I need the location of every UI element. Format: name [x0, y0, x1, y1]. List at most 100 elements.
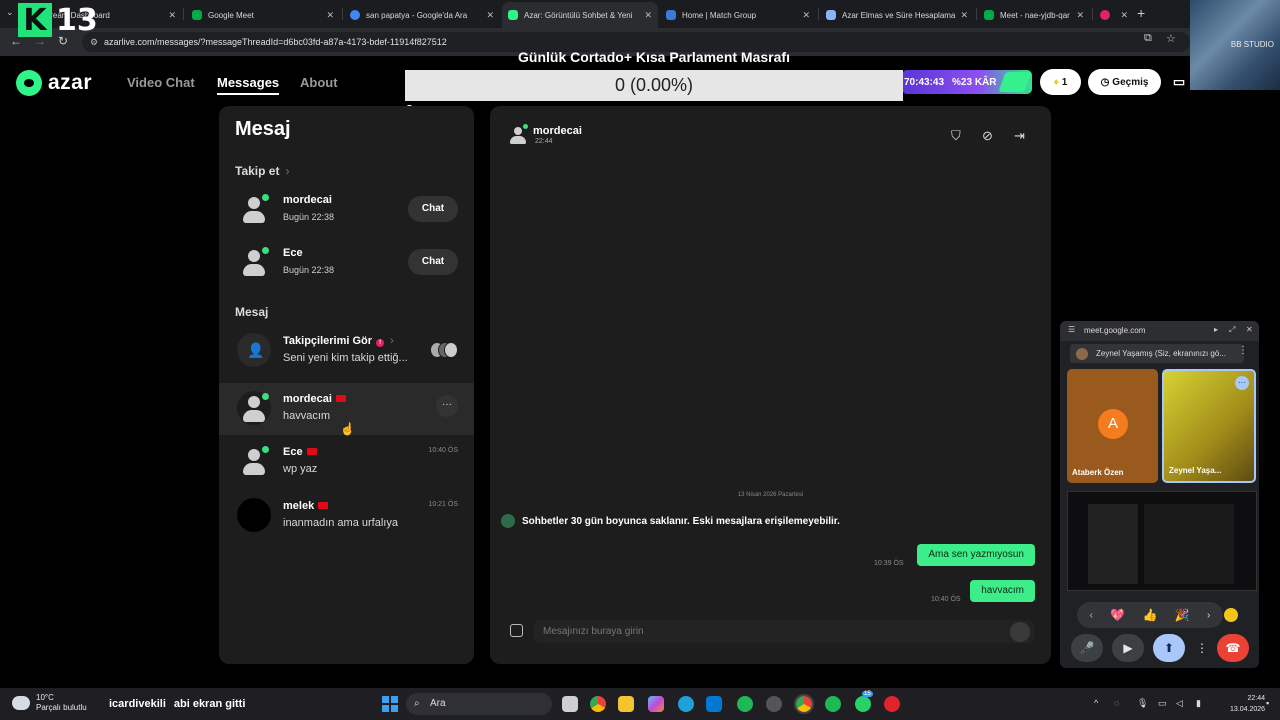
promo-timer: 70:43:43: [904, 76, 945, 88]
thread-name: melek: [283, 500, 329, 512]
tab-google-meet[interactable]: Google Meet ✕: [186, 2, 340, 28]
thread-last-message: inanmadın ama urfalıya: [283, 517, 398, 529]
more-vert-icon[interactable]: ⋮: [1196, 634, 1208, 662]
more-options-button[interactable]: ···: [436, 395, 458, 417]
hand-cursor-icon: ☝: [340, 422, 355, 436]
whatsapp-badge: 15: [862, 691, 873, 697]
site-settings-icon[interactable]: ☰: [1068, 325, 1075, 334]
close-icon[interactable]: ✕: [1076, 10, 1084, 21]
tab-meet-call[interactable]: Meet - nae-yjdb-qar ✕: [978, 2, 1090, 28]
avatar: [237, 498, 271, 532]
followers-row[interactable]: 👤 Takipçilerimi Gör! › Seni yeni kim taki…: [219, 325, 474, 377]
reaction-thumbs-up[interactable]: 👍: [1143, 608, 1158, 622]
close-icon[interactable]: ✕: [644, 10, 652, 21]
online-dot: [523, 124, 528, 129]
follow-name: Ece: [283, 247, 303, 259]
reaction-party[interactable]: 🎉: [1175, 608, 1190, 622]
shield-icon[interactable]: ⛉: [951, 128, 961, 144]
chat-user-name[interactable]: mordecai: [533, 125, 582, 137]
close-icon[interactable]: ✕: [168, 10, 176, 21]
gem-balance-button[interactable]: ♦ 1: [1040, 69, 1081, 95]
leave-chat-icon[interactable]: ⇥: [1014, 128, 1025, 144]
task-view-icon[interactable]: [562, 696, 578, 712]
start-icon[interactable]: [382, 696, 398, 712]
store-icon[interactable]: ▭: [1168, 69, 1190, 95]
participant-tile[interactable]: A Ataberk Özen: [1067, 369, 1158, 483]
image-attach-icon[interactable]: [510, 624, 523, 637]
close-icon[interactable]: ✕: [326, 10, 334, 21]
emoji-picker-icon[interactable]: [1224, 608, 1238, 622]
tab-azar[interactable]: Azar: Görüntülü Sohbet & Yeni ✕: [502, 2, 658, 28]
azar-logo[interactable]: azar: [16, 70, 92, 96]
avatar: [237, 444, 271, 478]
follow-time: Bugün 22:38: [283, 265, 335, 275]
spotify-icon[interactable]: [825, 696, 841, 712]
chrome-icon[interactable]: [590, 696, 606, 712]
store-icon[interactable]: [706, 696, 722, 712]
send-button[interactable]: [1010, 622, 1030, 642]
spotify-icon[interactable]: [737, 696, 753, 712]
chevron-right-icon[interactable]: ›: [1207, 610, 1210, 621]
block-icon[interactable]: ⊘: [982, 128, 993, 144]
camera-icon[interactable]: ▶: [1112, 634, 1144, 662]
obs-icon[interactable]: [766, 696, 782, 712]
wifi-icon[interactable]: ◌: [1114, 698, 1119, 708]
message-input[interactable]: Mesajınızı buraya girin: [534, 620, 1034, 643]
close-icon[interactable]: ✕: [1246, 325, 1253, 334]
close-icon[interactable]: ✕: [802, 10, 810, 21]
tab-match-group[interactable]: Home | Match Group ✕: [660, 2, 816, 28]
opera-icon[interactable]: [884, 696, 900, 712]
history-button[interactable]: ◷ Geçmiş: [1088, 69, 1161, 95]
close-icon[interactable]: ✕: [960, 10, 968, 21]
thread-item-ece[interactable]: Ece wp yaz 10:40 ÖS: [219, 436, 474, 488]
battery-icon[interactable]: ▮: [1196, 698, 1201, 709]
chat-button[interactable]: Chat: [408, 249, 458, 275]
taskbar-search[interactable]: ⌕ Ara: [406, 693, 552, 715]
system-message: Sohbetler 30 gün boyunca saklanır. Eski …: [501, 514, 840, 528]
copilot-icon[interactable]: [648, 696, 664, 712]
close-icon[interactable]: ✕: [1120, 10, 1128, 21]
chevron-left-icon[interactable]: ‹: [1090, 610, 1093, 621]
new-tab-button[interactable]: +: [1137, 5, 1145, 21]
chat-button[interactable]: Chat: [408, 196, 458, 222]
follow-item[interactable]: Ece Bugün 22:38 Chat: [219, 237, 474, 289]
more-horiz-icon[interactable]: ···: [1235, 376, 1249, 390]
nav-about[interactable]: About: [300, 75, 338, 90]
site-info-icon[interactable]: ⚙: [90, 37, 98, 48]
present-screen-icon[interactable]: ⬆: [1153, 634, 1185, 662]
expand-icon[interactable]: ⤢: [1229, 325, 1235, 335]
reaction-heart[interactable]: 💖: [1110, 608, 1125, 622]
nav-video-chat[interactable]: Video Chat: [127, 75, 195, 90]
thread-item-melek[interactable]: melek inanmadın ama urfalıya 10:21 ÖS: [219, 490, 474, 542]
chevron-up-icon[interactable]: ^: [1094, 698, 1098, 708]
network-icon[interactable]: ▭: [1158, 698, 1167, 709]
more-vert-icon[interactable]: ⋮: [1238, 345, 1248, 356]
tab-azar-calculator[interactable]: Azar Elmas ve Süre Hesaplama ✕: [820, 2, 974, 28]
notification-icon[interactable]: ▪: [1266, 698, 1269, 708]
follow-item[interactable]: mordecai Bugün 22:38 Chat: [219, 184, 474, 236]
volume-icon[interactable]: ◁: [1176, 698, 1183, 709]
follow-section-header[interactable]: Takip et ›: [235, 164, 289, 178]
promo-banner[interactable]: 70:43:43 %23 KÂR: [902, 70, 1032, 94]
tab-recording[interactable]: ✕: [1094, 2, 1134, 28]
chat-avatar[interactable]: [508, 124, 528, 144]
camera-small-icon[interactable]: ▸: [1214, 325, 1218, 334]
tab-google-search[interactable]: san papatya - Google'da Ara ✕: [344, 2, 500, 28]
self-video-tile[interactable]: ··· Zeynel Yaşa...: [1162, 369, 1256, 483]
tab-search-icon[interactable]: ⌄: [6, 7, 14, 18]
file-explorer-icon[interactable]: [618, 696, 634, 712]
mic-tray-icon[interactable]: 🎙: [1137, 698, 1148, 709]
clock[interactable]: 22:44 13.04.2026: [1230, 693, 1265, 715]
weather-widget[interactable]: 10°C Parçalı bulutlu: [12, 693, 87, 713]
chat-user-time: 22:44: [535, 138, 553, 145]
nav-messages[interactable]: Messages: [217, 75, 280, 95]
install-app-icon[interactable]: ⧉: [1144, 32, 1152, 45]
azar-icon: [508, 10, 518, 20]
hang-up-icon[interactable]: ☎: [1217, 634, 1249, 662]
whatsapp-icon[interactable]: [855, 696, 871, 712]
close-icon[interactable]: ✕: [486, 10, 494, 21]
bookmark-star-icon[interactable]: ☆: [1166, 32, 1176, 45]
chrome-active-icon[interactable]: [794, 694, 814, 714]
edge-icon[interactable]: [678, 696, 694, 712]
mic-icon[interactable]: 🎤: [1071, 634, 1103, 662]
